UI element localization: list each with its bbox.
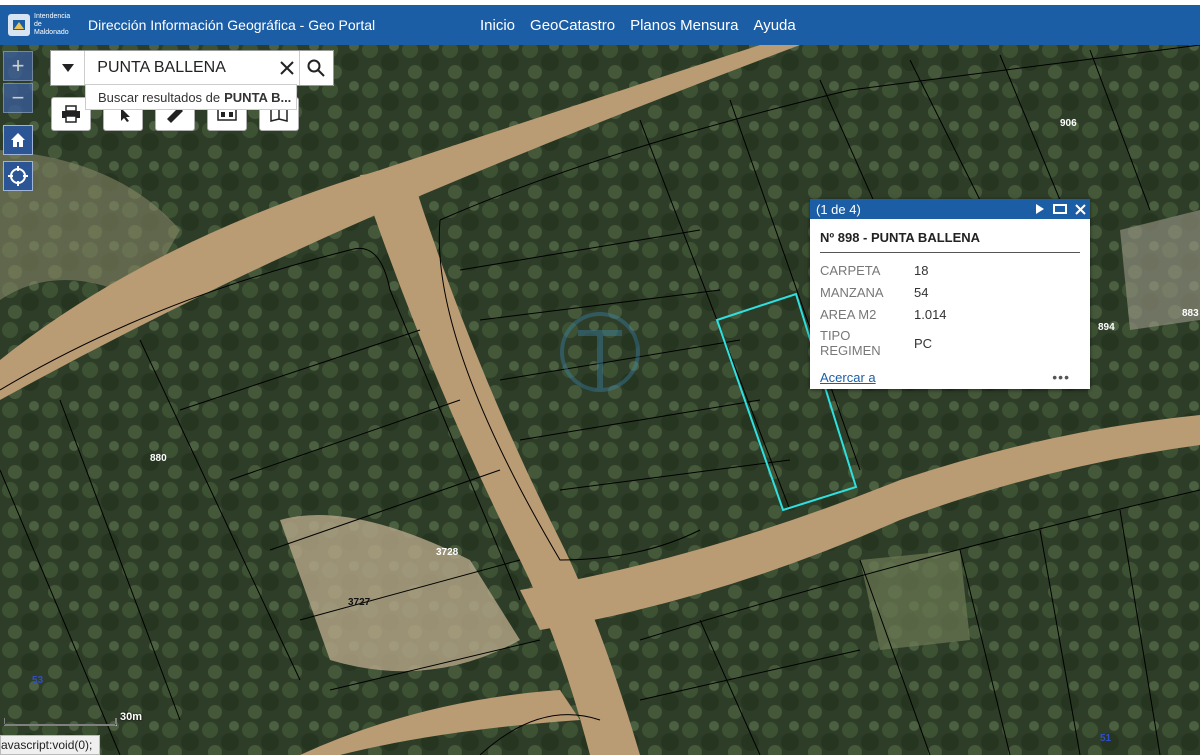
status-bar: avascript:void(0); [0,735,100,755]
popup-counter: (1 de 4) [816,201,861,217]
maldonado-logo-icon[interactable] [8,14,30,36]
zoom-out-button[interactable]: − [3,83,33,113]
printer-icon [62,105,80,123]
parcel-label: 883 [1182,308,1199,319]
more-actions-button[interactable]: ••• [1052,369,1070,385]
nav-inicio[interactable]: Inicio [480,17,515,34]
parcel-label: 3727 [348,597,371,608]
zoom-to-link[interactable]: Acercar a [820,370,876,385]
block-label: 51 [1100,733,1112,744]
attribute-label: TIPO REGIMEN [820,328,881,358]
home-button[interactable] [3,125,33,155]
popup-attributes: CARPETA 18 MANZANA 54 AREA M2 1.014 TIPO RE… [820,259,947,361]
search-button[interactable] [298,51,333,85]
popup-title: Nº 898 - PUNTA BALLENA [820,230,1080,253]
locate-icon [8,166,28,186]
close-icon [280,61,294,75]
suggestion-prefix: Buscar resultados de [98,89,221,105]
search-input[interactable] [85,58,276,78]
suggestion-term: PUNTA B... [224,89,292,105]
popup-header: (1 de 4) [810,199,1090,219]
attribute-row: AREA M2 1.014 [820,303,947,325]
close-icon[interactable] [1075,203,1086,215]
zoom-in-button[interactable]: + [3,51,33,81]
app-title: Dirección Información Geográfica - Geo P… [88,17,376,33]
feature-popup: (1 de 4) Nº 898 - PUNTA BALLENA CARPETA 1… [810,199,1090,389]
scale-bar: 30m [3,711,144,726]
attribute-value: 18 [914,262,929,278]
search-suggestion[interactable]: Buscar resultados de PUNTA B... [85,84,297,110]
attribute-row: CARPETA 18 [820,259,947,281]
nav-geocatastro[interactable]: GeoCatastro [530,17,615,34]
map-view[interactable]: 906 894 883 880 3728 3727 53 51 [0,45,1200,755]
attribute-value: 54 [914,284,929,300]
scale-label: 30m [120,711,143,723]
logo-text: Intendencia de Maldonado [34,13,71,36]
satellite-map[interactable] [0,45,1200,755]
clear-search-button[interactable] [275,61,298,75]
caret-down-icon [61,64,74,72]
attribute-value: PC [914,335,933,351]
attribute-row: TIPO REGIMEN PC [820,325,947,361]
top-nav: Inicio GeoCatastro Planos Mensura Ayuda [480,5,796,45]
search-icon [307,59,326,77]
attribute-label: MANZANA [820,284,884,300]
app-header: Intendencia de Maldonado Dirección Infor… [0,5,1200,45]
parcel-label: 3728 [436,547,459,558]
next-feature-icon[interactable] [1035,204,1045,214]
search-box [50,50,334,86]
attribute-label: AREA M2 [820,306,877,322]
block-label: 53 [32,675,44,686]
parcel-label: 906 [1060,118,1077,129]
attribute-row: MANZANA 54 [820,281,947,303]
maximize-icon[interactable] [1053,204,1067,214]
search-source-dropdown[interactable] [51,51,86,85]
attribute-value: 1.014 [914,306,947,322]
parcel-label: 894 [1098,322,1115,333]
parcel-label: 880 [150,453,167,464]
nav-planos-mensura[interactable]: Planos Mensura [630,17,738,34]
locate-button[interactable] [3,161,33,191]
attribute-label: CARPETA [820,262,881,278]
nav-ayuda[interactable]: Ayuda [753,17,795,34]
home-icon [11,133,25,147]
